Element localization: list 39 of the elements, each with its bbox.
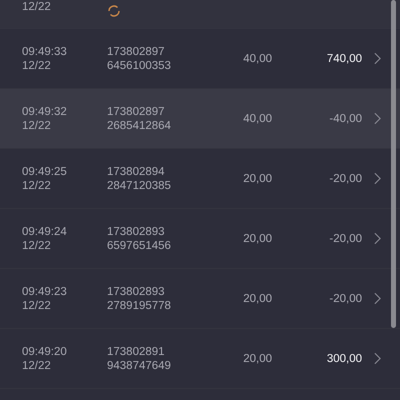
date-text: 12/22 xyxy=(22,178,52,192)
quantity-text: 20,00 xyxy=(243,232,272,244)
id-text: 2789195778 xyxy=(107,298,172,312)
date-text: 12/22 xyxy=(22,298,52,312)
id-text: 6597651456 xyxy=(107,238,172,252)
amount-text: 740,00 xyxy=(326,52,362,64)
id-text: 173802894 xyxy=(107,164,166,178)
amount-text: 300,00 xyxy=(326,352,362,364)
amount-text: -20,00 xyxy=(329,292,362,304)
date-text: 12/22 xyxy=(22,358,52,372)
id-text: 173802893 xyxy=(107,284,166,298)
quantity-text: 20,00 xyxy=(243,172,272,184)
list-row[interactable]: 09:49:32 12/22 173802897 2685412864 40,00 -40,00 xyxy=(0,89,400,149)
quantity-text: 40,00 xyxy=(243,52,272,64)
id-text: 9438747649 xyxy=(107,358,172,372)
quantity-text: 40,00 xyxy=(243,112,272,124)
id-text: 173802891 xyxy=(107,344,166,358)
id-text: 173802897 xyxy=(107,104,166,118)
id-text: 173802897 xyxy=(107,44,166,58)
id-text: 6456100353 xyxy=(107,58,172,72)
id-text: 2847120385 xyxy=(107,178,172,192)
time-text: 09:49:20 xyxy=(22,344,68,358)
amount-text: -40,00 xyxy=(329,112,362,124)
time-text: 09:49:24 xyxy=(22,224,68,238)
date-text: 12/22 xyxy=(22,118,52,132)
list-row[interactable]: 12/22 xyxy=(0,0,400,29)
amount-text: -20,00 xyxy=(329,232,362,244)
time-text: 09:49:33 xyxy=(22,44,68,58)
time-text: 09:49:32 xyxy=(22,104,68,118)
quantity-text: 20,00 xyxy=(243,292,272,304)
time-text: 09:49:25 xyxy=(22,164,68,178)
quantity-text: 20,00 xyxy=(243,352,272,364)
id-text: 2685412864 xyxy=(107,118,172,132)
id-text: 173802893 xyxy=(107,224,166,238)
date-text: 12/22 xyxy=(22,58,52,72)
amount-text: -20,00 xyxy=(329,172,362,184)
date-text: 12/22 xyxy=(22,238,52,252)
time-text: 09:49:23 xyxy=(22,284,68,298)
date-text: 12/22 xyxy=(22,0,52,14)
